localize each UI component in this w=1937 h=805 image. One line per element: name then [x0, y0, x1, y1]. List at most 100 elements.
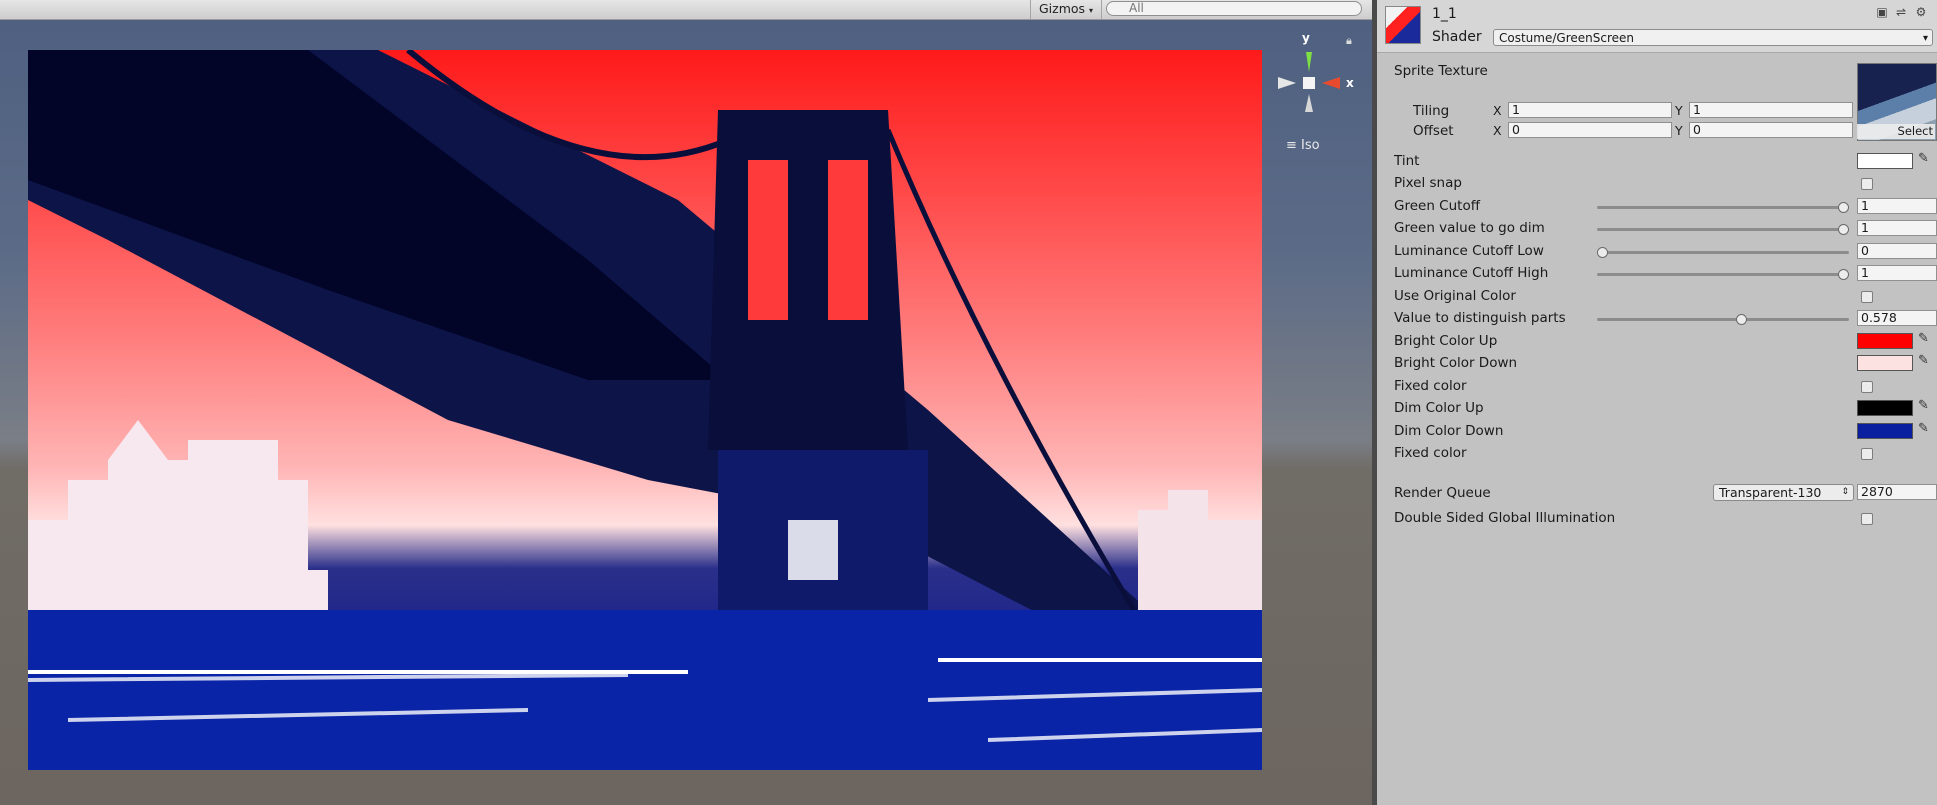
- dim-color-up-label: Dim Color Up: [1394, 400, 1484, 416]
- dropdown-arrow-icon: ▾: [1089, 6, 1094, 15]
- city-skyline-right: [1138, 490, 1262, 610]
- distinguish-field[interactable]: 0.578: [1857, 310, 1937, 326]
- hamburger-icon: ≡: [1286, 138, 1297, 153]
- offset-label: Offset: [1413, 123, 1454, 139]
- slider-thumb[interactable]: [1597, 247, 1608, 258]
- tower-arch: [748, 160, 788, 320]
- tiling-y-label: Y: [1675, 103, 1683, 118]
- gizmo-neg-y-cone[interactable]: [1305, 94, 1313, 112]
- gizmo-center-cube[interactable]: [1303, 77, 1315, 89]
- river-water: [28, 610, 1262, 770]
- luminance-low-label: Luminance Cutoff Low: [1394, 243, 1544, 259]
- offset-y-field[interactable]: 0: [1689, 122, 1853, 138]
- shader-value: Costume/GreenScreen: [1499, 31, 1634, 45]
- slider-thumb[interactable]: [1838, 202, 1849, 213]
- double-sided-gi-checkbox[interactable]: [1861, 513, 1873, 525]
- offset-x-field[interactable]: 0: [1508, 122, 1672, 138]
- eyedropper-icon[interactable]: ✎: [1918, 151, 1929, 166]
- pixel-snap-label: Pixel snap: [1394, 175, 1462, 191]
- tint-color-field[interactable]: [1857, 153, 1913, 169]
- pixel-snap-checkbox[interactable]: [1861, 178, 1873, 190]
- shader-dropdown[interactable]: Costume/GreenScreen ▾: [1493, 29, 1933, 46]
- luminance-high-label: Luminance Cutoff High: [1394, 265, 1549, 281]
- bright-color-down-field[interactable]: [1857, 355, 1913, 371]
- bridge-tower: [708, 110, 908, 450]
- bridge-image: [28, 50, 1262, 770]
- orientation-gizmo[interactable]: [1268, 30, 1358, 120]
- tower-arch: [828, 160, 868, 320]
- green-dim-label: Green value to go dim: [1394, 220, 1545, 236]
- luminance-low-field[interactable]: 0: [1857, 243, 1937, 259]
- green-dim-slider[interactable]: [1597, 224, 1849, 235]
- scene-toolbar: Gizmos ▾ ⌕▾: [0, 0, 1372, 20]
- gear-icon[interactable]: ⚙: [1914, 5, 1928, 19]
- preset-icon[interactable]: ⇌: [1894, 5, 1908, 19]
- eyedropper-icon[interactable]: ✎: [1918, 331, 1929, 346]
- eyedropper-icon[interactable]: ✎: [1918, 353, 1929, 368]
- sprite-texture-label: Sprite Texture: [1394, 63, 1488, 79]
- render-queue-label: Render Queue: [1394, 485, 1491, 501]
- gizmo-neg-x-cone[interactable]: [1278, 77, 1296, 89]
- material-thumbnail: [1385, 6, 1421, 44]
- slider-thumb[interactable]: [1838, 269, 1849, 280]
- tint-label: Tint: [1394, 153, 1420, 169]
- luminance-high-slider[interactable]: [1597, 269, 1849, 280]
- gizmo-axis-y-label: y: [1302, 31, 1310, 45]
- shoreline: [28, 670, 688, 674]
- scene-view[interactable]: Gizmos ▾ ⌕▾: [0, 0, 1372, 805]
- inspector-panel: 1_1 Shader Costume/GreenScreen ▾ ▣ ⇌ ⚙ Sp…: [1377, 0, 1937, 805]
- offset-y-label: Y: [1675, 123, 1683, 138]
- tiling-x-field[interactable]: 1: [1508, 102, 1672, 118]
- use-original-color-label: Use Original Color: [1394, 288, 1516, 304]
- help-book-icon[interactable]: ▣: [1875, 5, 1889, 19]
- slider-thumb[interactable]: [1736, 314, 1748, 325]
- fixed-color-checkbox[interactable]: [1861, 381, 1873, 393]
- bright-color-up-field[interactable]: [1857, 333, 1913, 349]
- dropdown-arrow-icon: ▾: [1922, 33, 1928, 44]
- render-queue-dropdown[interactable]: Transparent-130 ⇕: [1713, 484, 1854, 501]
- bright-color-down-label: Bright Color Down: [1394, 355, 1518, 371]
- gizmo-axis-x-label: x: [1346, 76, 1354, 90]
- render-queue-option: Transparent-130: [1719, 485, 1822, 500]
- use-original-color-checkbox[interactable]: [1861, 291, 1873, 303]
- distinguish-slider[interactable]: [1597, 314, 1849, 325]
- green-cutoff-field[interactable]: 1: [1857, 198, 1937, 214]
- gizmo-y-cone[interactable]: [1306, 52, 1312, 72]
- green-cutoff-label: Green Cutoff: [1394, 198, 1481, 214]
- double-sided-gi-label: Double Sided Global Illumination: [1394, 510, 1616, 526]
- dim-color-down-label: Dim Color Down: [1394, 423, 1504, 439]
- texture-select-button[interactable]: Select: [1857, 124, 1935, 139]
- tiling-y-field[interactable]: 1: [1689, 102, 1853, 118]
- lock-icon[interactable]: 🔒︎: [1346, 34, 1352, 48]
- dropdown-arrow-icon: ⇕: [1841, 487, 1849, 497]
- city-skyline: [28, 420, 328, 610]
- bright-color-up-label: Bright Color Up: [1394, 333, 1498, 349]
- hierarchy-search-input[interactable]: [1106, 1, 1362, 16]
- iso-label: Iso: [1301, 138, 1320, 153]
- pier-arch: [788, 520, 838, 580]
- tiling-x-label: X: [1493, 103, 1502, 118]
- green-dim-field[interactable]: 1: [1857, 220, 1937, 236]
- gizmos-label: Gizmos: [1039, 1, 1086, 16]
- shoreline: [938, 658, 1262, 662]
- fixed-color-checkbox[interactable]: [1861, 448, 1873, 460]
- fixed-color-label: Fixed color: [1394, 378, 1467, 394]
- render-queue-field[interactable]: 2870: [1857, 484, 1937, 500]
- eyedropper-icon[interactable]: ✎: [1918, 421, 1929, 436]
- eyedropper-icon[interactable]: ✎: [1918, 398, 1929, 413]
- projection-toggle[interactable]: ≡ Iso: [1286, 138, 1320, 153]
- distinguish-label: Value to distinguish parts: [1394, 310, 1566, 326]
- luminance-low-slider[interactable]: [1597, 247, 1849, 258]
- luminance-high-field[interactable]: 1: [1857, 265, 1937, 281]
- sprite-preview[interactable]: [28, 50, 1262, 770]
- offset-x-label: X: [1493, 123, 1502, 138]
- gizmos-dropdown[interactable]: Gizmos ▾: [1030, 0, 1103, 19]
- slider-thumb[interactable]: [1838, 224, 1849, 235]
- tiling-label: Tiling: [1413, 103, 1450, 119]
- green-cutoff-slider[interactable]: [1597, 202, 1849, 213]
- shader-label: Shader: [1432, 29, 1482, 45]
- material-header: 1_1 Shader Costume/GreenScreen ▾ ▣ ⇌ ⚙: [1377, 0, 1937, 53]
- dim-color-down-field[interactable]: [1857, 423, 1913, 439]
- gizmo-x-cone[interactable]: [1322, 77, 1340, 89]
- dim-color-up-field[interactable]: [1857, 400, 1913, 416]
